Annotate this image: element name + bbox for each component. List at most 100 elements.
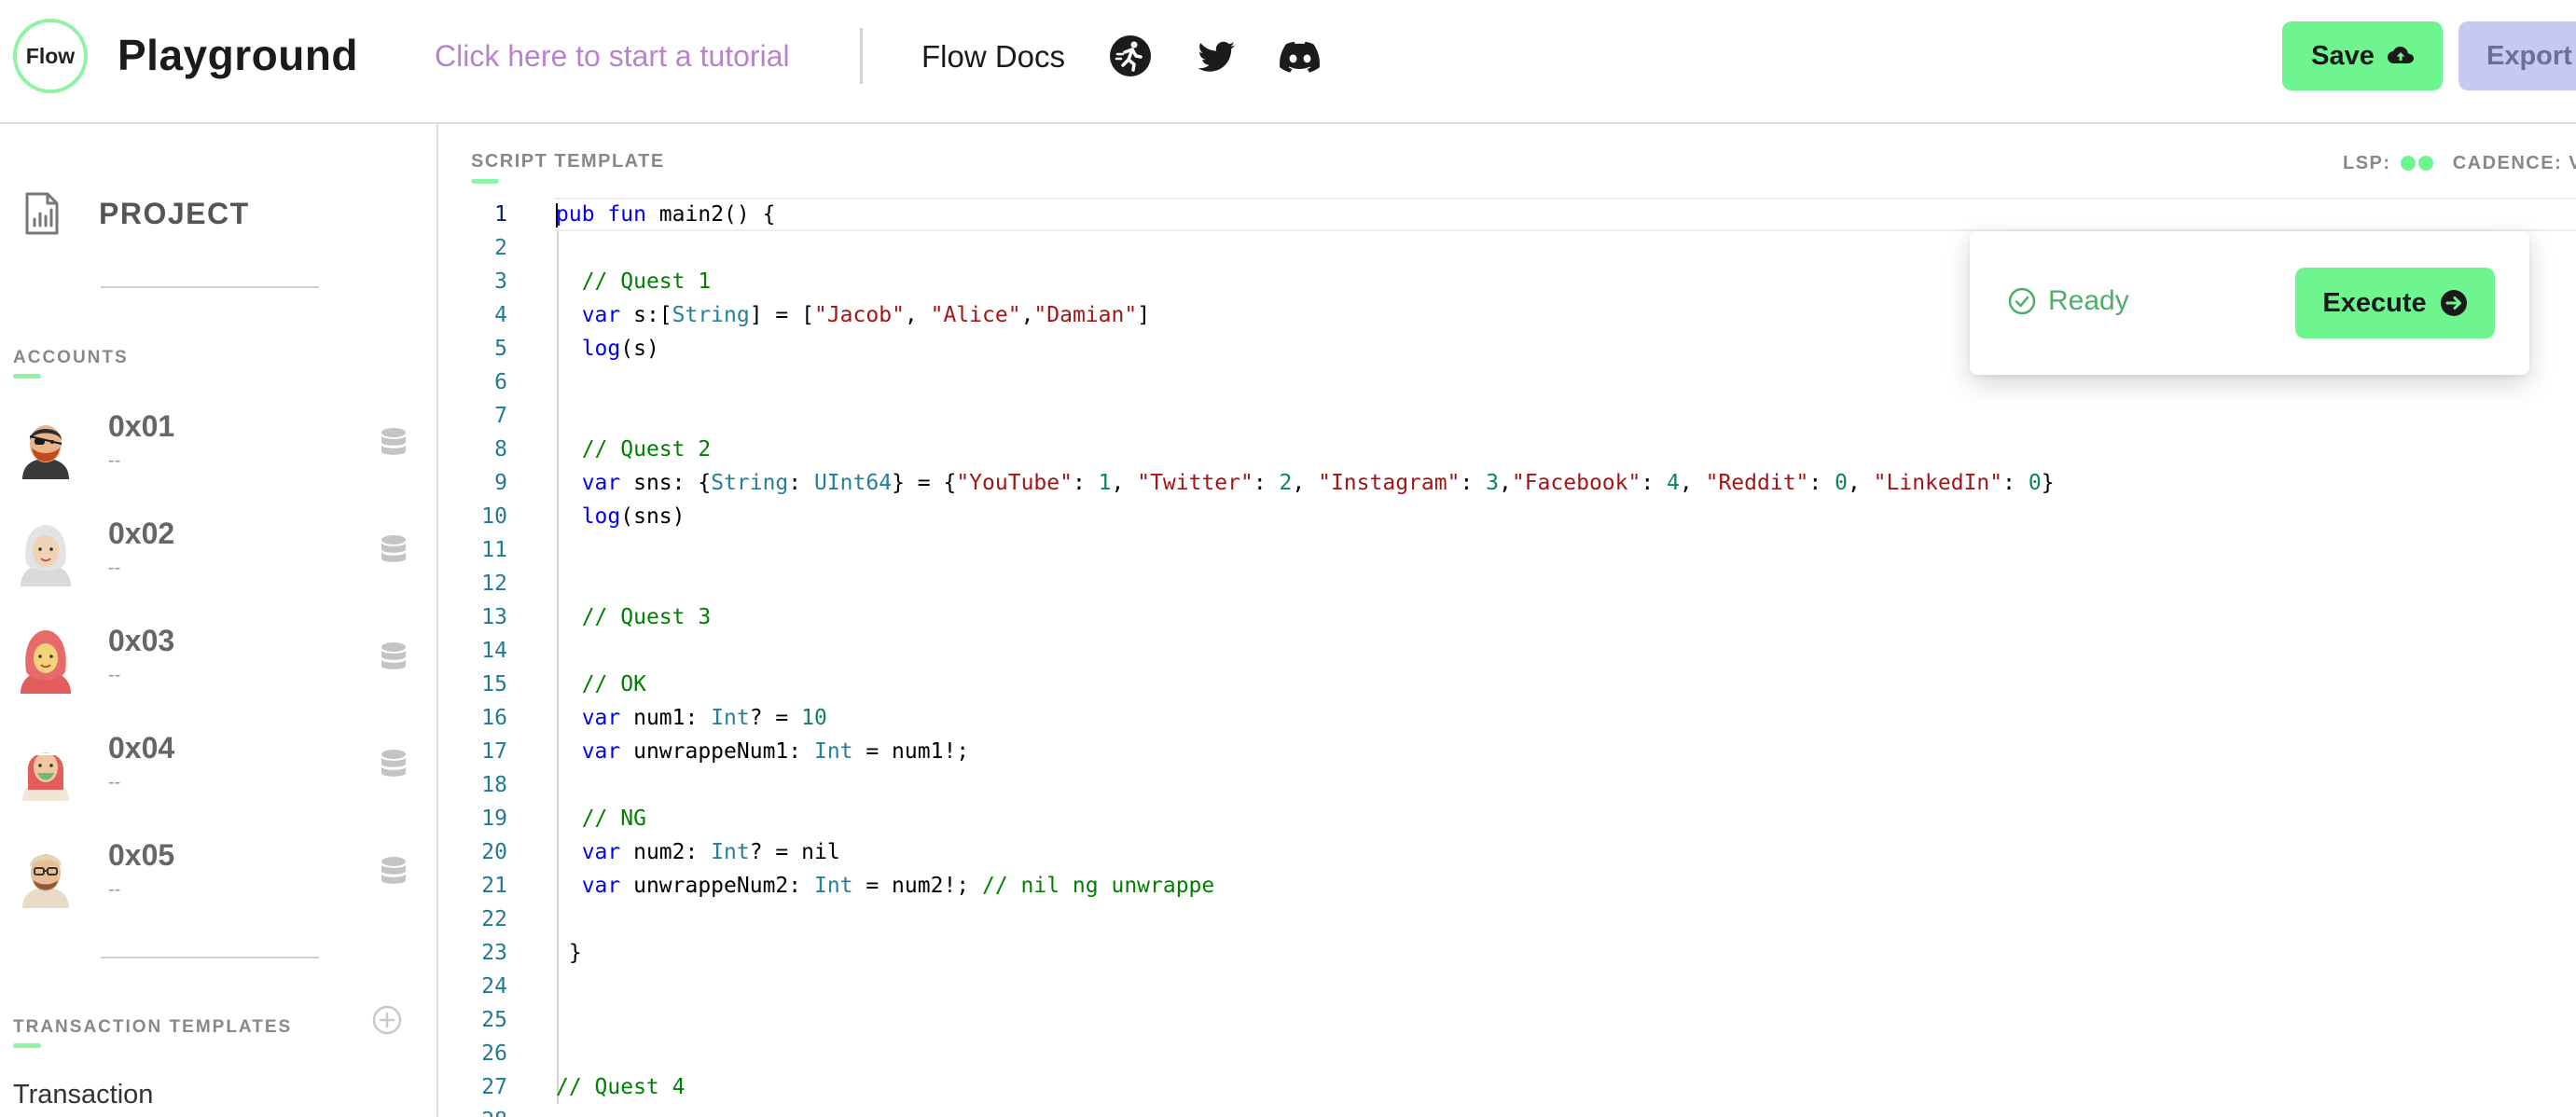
code-line[interactable]: 1 pub fun main2() { bbox=[438, 198, 2576, 231]
account-subtitle: -- bbox=[108, 879, 121, 900]
code-text: // Quest 3 bbox=[581, 605, 712, 629]
ready-status: Ready bbox=[2007, 285, 2129, 317]
line-number: 6 bbox=[494, 370, 507, 394]
save-button[interactable]: Save bbox=[2282, 21, 2443, 90]
line-number: 14 bbox=[481, 639, 507, 663]
code-text: } bbox=[556, 941, 582, 965]
code-line[interactable]: 14 bbox=[438, 634, 2576, 668]
line-number: 2 bbox=[494, 236, 507, 260]
line-number: 11 bbox=[481, 538, 507, 562]
code-line[interactable]: 17 var unwrappeNum1: Int = num1!; bbox=[438, 735, 2576, 768]
template-item-transaction[interactable]: Transaction bbox=[13, 1080, 153, 1110]
avatar-glasses bbox=[22, 854, 69, 908]
code-text: var unwrappeNum1: Int = num1!; bbox=[581, 739, 970, 764]
code-text: var num2: Int? = nil bbox=[581, 840, 840, 864]
code-line[interactable]: 18 bbox=[438, 768, 2576, 802]
code-line[interactable]: 9 var sns: {String: UInt64} = {"YouTube"… bbox=[438, 466, 2576, 500]
flow-logo[interactable]: Flow bbox=[13, 19, 88, 93]
line-number: 20 bbox=[481, 840, 507, 864]
top-header: Flow Playground Click here to start a tu… bbox=[0, 0, 2576, 124]
code-line[interactable]: 19 // NG bbox=[438, 802, 2576, 835]
avatar-hijab-grey bbox=[21, 525, 71, 586]
execute-button[interactable]: Execute bbox=[2295, 268, 2495, 338]
editor-title: SCRIPT TEMPLATE bbox=[471, 151, 665, 172]
editor-header: SCRIPT TEMPLATE bbox=[471, 151, 665, 184]
line-number: 9 bbox=[494, 471, 507, 495]
code-line[interactable]: 16 var num1: Int? = 10 bbox=[438, 701, 2576, 735]
database-icon[interactable] bbox=[377, 748, 410, 783]
account-item-0x01[interactable]: 0x01 -- bbox=[0, 398, 438, 491]
database-icon[interactable] bbox=[377, 426, 410, 462]
accounts-underline bbox=[13, 374, 41, 379]
code-line[interactable]: 25 bbox=[438, 1003, 2576, 1037]
code-line[interactable]: 7 bbox=[438, 399, 2576, 433]
line-number: 21 bbox=[481, 874, 507, 898]
code-line[interactable]: 20 var num2: Int? = nil bbox=[438, 835, 2576, 869]
line-number: 12 bbox=[481, 572, 507, 596]
line-number: 10 bbox=[481, 504, 507, 529]
discord-icon[interactable] bbox=[1278, 34, 1323, 78]
tutorial-link[interactable]: Click here to start a tutorial bbox=[435, 39, 790, 74]
code-line[interactable]: 21 var unwrappeNum2: Int = num2!; // nil… bbox=[438, 869, 2576, 903]
code-line[interactable]: 22 bbox=[438, 903, 2576, 936]
code-line[interactable]: 24 bbox=[438, 970, 2576, 1003]
check-circle-icon bbox=[2008, 287, 2036, 315]
line-number: 5 bbox=[494, 337, 507, 361]
code-line[interactable]: 27 // Quest 4 bbox=[438, 1070, 2576, 1104]
account-item-0x04[interactable]: 0x04 -- bbox=[0, 720, 438, 813]
line-number: 22 bbox=[481, 907, 507, 931]
line-number: 8 bbox=[494, 437, 507, 462]
line-number: 1 bbox=[494, 202, 507, 227]
account-item-0x05[interactable]: 0x05 -- bbox=[0, 827, 438, 920]
code-text: // Quest 2 bbox=[581, 437, 712, 462]
code-line[interactable]: 8 // Quest 2 bbox=[438, 433, 2576, 466]
account-subtitle: -- bbox=[108, 772, 121, 793]
line-number: 24 bbox=[481, 974, 507, 999]
code-line[interactable]: 15 // OK bbox=[438, 668, 2576, 701]
ready-label: Ready bbox=[2048, 285, 2129, 316]
code-line[interactable]: 26 bbox=[438, 1037, 2576, 1070]
code-text: pub fun main2() { bbox=[556, 202, 776, 227]
account-item-0x02[interactable]: 0x02 -- bbox=[0, 505, 438, 599]
line-number: 4 bbox=[494, 303, 507, 327]
code-line[interactable]: 28 bbox=[438, 1104, 2576, 1117]
database-icon[interactable] bbox=[377, 641, 410, 676]
code-line[interactable]: 23 } bbox=[438, 936, 2576, 970]
header-divider bbox=[860, 28, 863, 84]
database-icon[interactable] bbox=[377, 855, 410, 890]
code-text: log(sns) bbox=[581, 504, 686, 529]
account-address: 0x03 bbox=[108, 624, 175, 657]
code-text: log(s) bbox=[581, 337, 659, 361]
code-text: // Quest 1 bbox=[581, 269, 712, 294]
line-number: 26 bbox=[481, 1041, 507, 1066]
cadence-version: CADENCE: V0 bbox=[2452, 153, 2576, 173]
line-number: 7 bbox=[494, 404, 507, 428]
code-line[interactable]: 12 bbox=[438, 567, 2576, 600]
code-line[interactable]: 13 // Quest 3 bbox=[438, 600, 2576, 634]
execute-panel: Ready Execute bbox=[1970, 231, 2529, 375]
code-text: // NG bbox=[581, 807, 646, 831]
account-address: 0x01 bbox=[108, 409, 175, 443]
account-subtitle: -- bbox=[108, 558, 121, 578]
twitter-icon[interactable] bbox=[1194, 34, 1239, 78]
database-icon[interactable] bbox=[377, 533, 410, 569]
line-number: 28 bbox=[438, 1104, 507, 1117]
app-title: Playground bbox=[118, 31, 359, 79]
project-item[interactable]: PROJECT bbox=[0, 180, 438, 245]
flow-docs-link[interactable]: Flow Docs bbox=[921, 39, 1065, 75]
lsp-status-dot bbox=[2400, 156, 2416, 171]
code-text: var unwrappeNum2: Int = num2!; // nil ng… bbox=[581, 874, 1215, 898]
export-button[interactable]: Export bbox=[2458, 21, 2576, 90]
avatar-pirate bbox=[22, 425, 69, 479]
add-template-icon[interactable] bbox=[371, 1004, 403, 1036]
code-line[interactable]: 10 log(sns) bbox=[438, 500, 2576, 533]
account-item-0x03[interactable]: 0x03 -- bbox=[0, 613, 438, 706]
line-number: 13 bbox=[481, 605, 507, 629]
runner-icon[interactable] bbox=[1108, 34, 1153, 78]
code-line[interactable]: 11 bbox=[438, 533, 2576, 567]
status-bar: LSP: CADENCE: V0 bbox=[2343, 153, 2576, 174]
editor-title-underline bbox=[471, 179, 499, 184]
code-text: // Quest 4 bbox=[556, 1075, 686, 1099]
accounts-heading: ACCOUNTS bbox=[13, 348, 129, 367]
code-text: // OK bbox=[581, 672, 646, 696]
